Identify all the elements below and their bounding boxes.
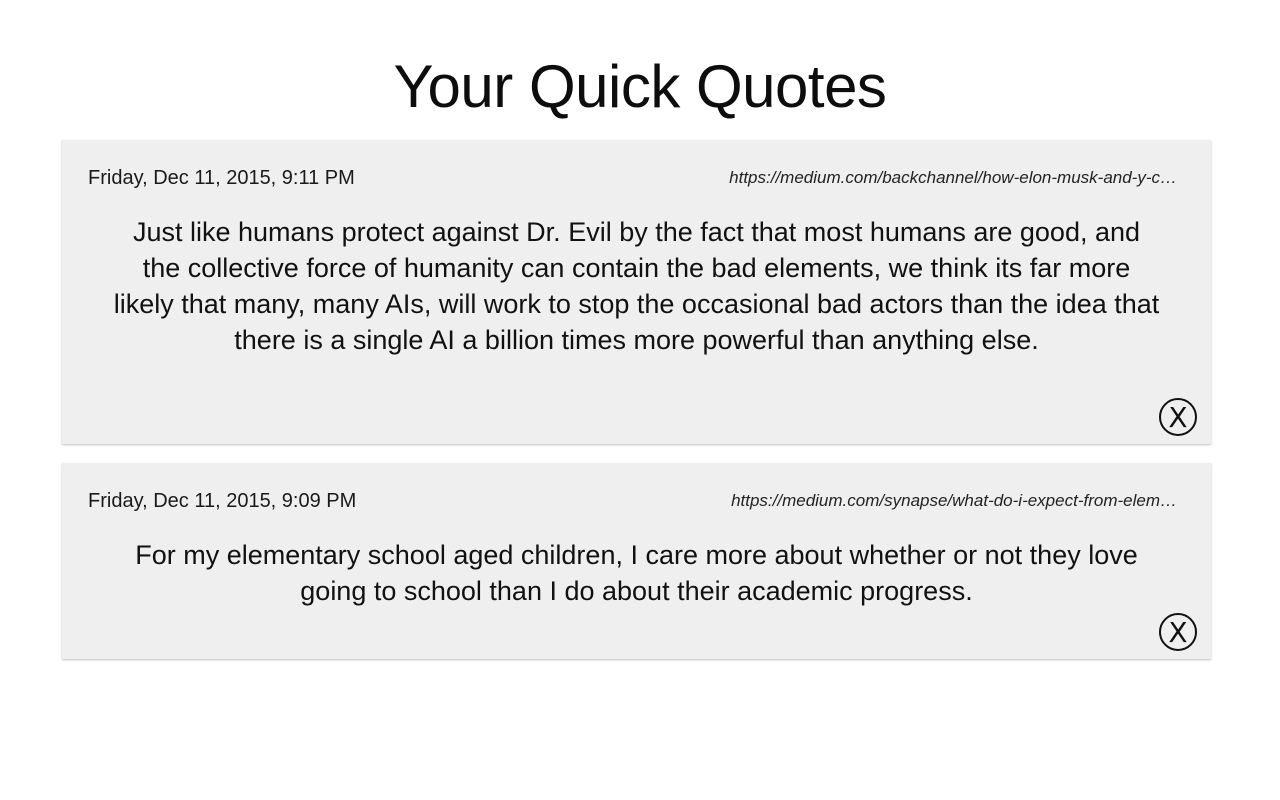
quote-text: For my elementary school aged children, … [135, 540, 1138, 606]
quote-card: Friday, Dec 11, 2015, 9:11 PM https://me… [62, 140, 1211, 444]
quote-source-link[interactable]: https://medium.com/backchannel/how-elon-… [677, 166, 1177, 190]
quote-card: Friday, Dec 11, 2015, 9:09 PM https://me… [62, 463, 1211, 659]
quote-source-link[interactable]: https://medium.com/synapse/what-do-i-exp… [677, 489, 1177, 513]
quote-text: Just like humans protect against Dr. Evi… [113, 217, 1160, 355]
close-icon: X [1168, 400, 1188, 434]
delete-quote-button[interactable]: X [1159, 398, 1197, 436]
quote-card-header: Friday, Dec 11, 2015, 9:09 PM https://me… [88, 485, 1185, 513]
quote-card-header: Friday, Dec 11, 2015, 9:11 PM https://me… [88, 162, 1185, 190]
page-title: Your Quick Quotes [393, 53, 887, 120]
quote-date: Friday, Dec 11, 2015, 9:11 PM [88, 167, 355, 189]
close-icon: X [1168, 615, 1188, 649]
delete-quote-button[interactable]: X [1159, 613, 1197, 651]
quote-list: Friday, Dec 11, 2015, 9:11 PM https://me… [62, 140, 1211, 678]
quote-date: Friday, Dec 11, 2015, 9:09 PM [88, 490, 357, 512]
page: Your Quick Quotes Friday, Dec 11, 2015, … [0, 0, 1280, 800]
